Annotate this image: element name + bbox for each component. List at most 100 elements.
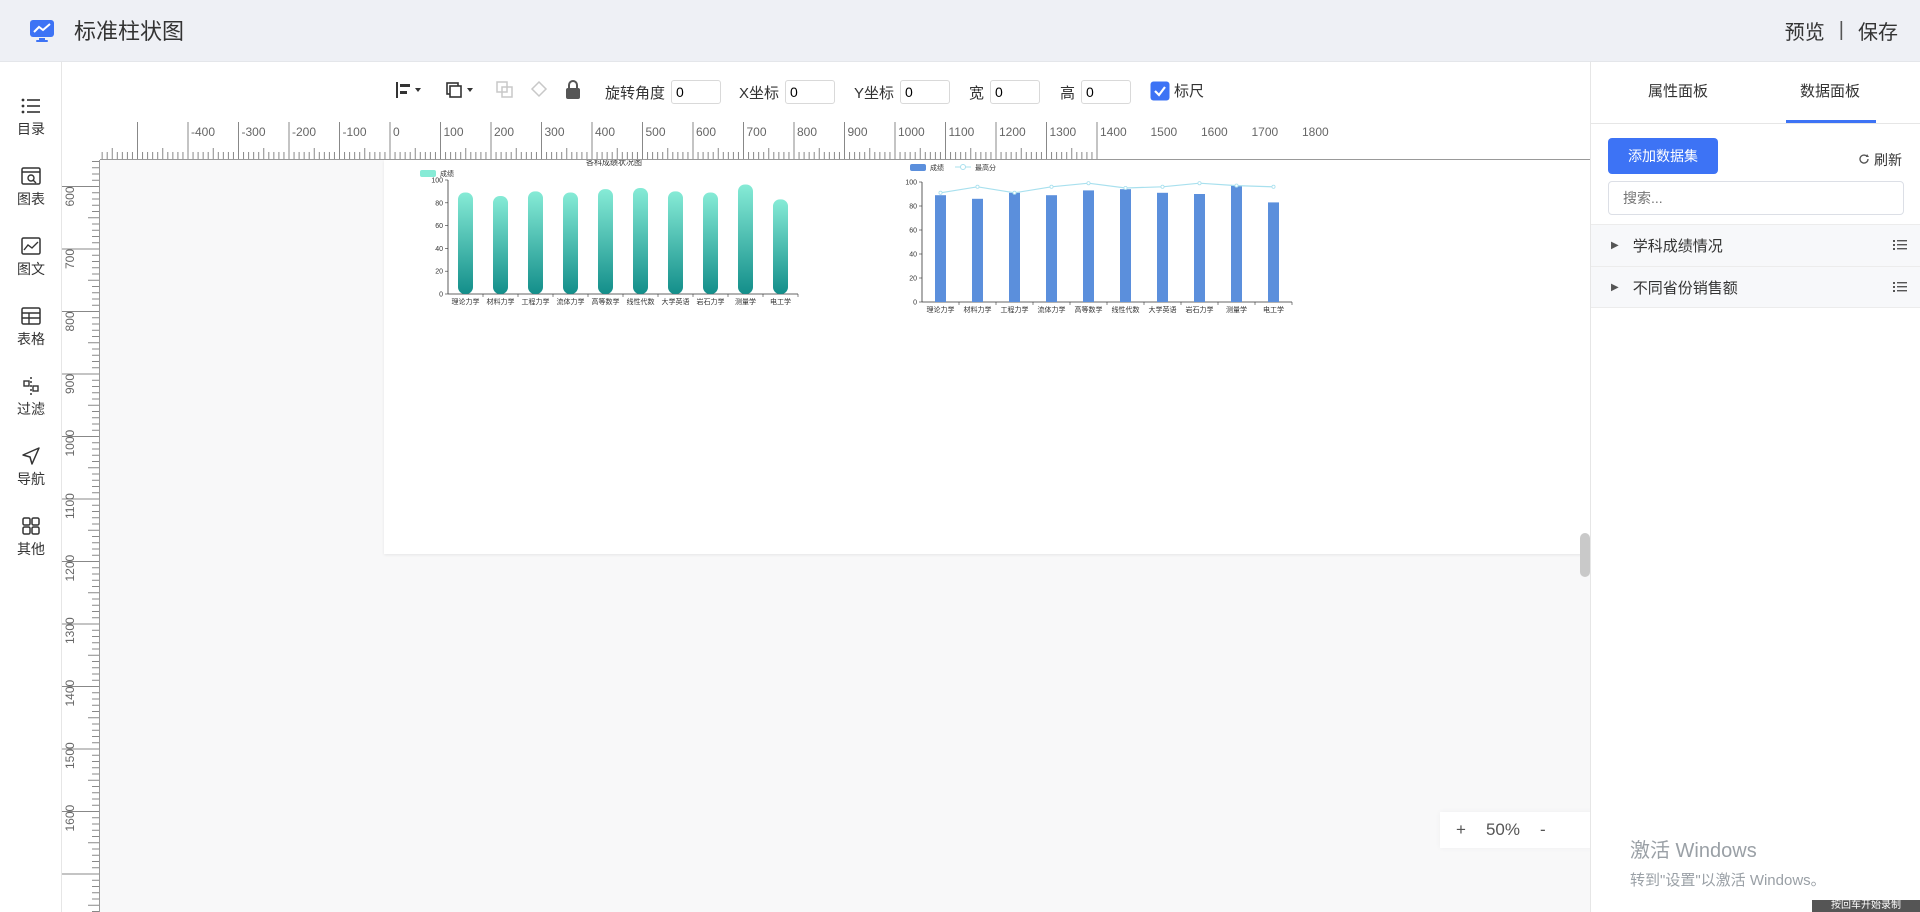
design-canvas[interactable]: 各科成绩状况图 成绩 0 20 40 60 80 100 理论力学 材料力学 工程力学 流体力学 高等数… [100,160,1590,912]
y-field-group: Y坐标 [854,80,951,104]
x-tick-label: 电工学 [1263,305,1284,314]
y-tick-label: 0 [913,300,917,307]
sidebar-item-table[interactable]: 表格 [0,297,62,361]
ruler-tick-label: 1500 [1151,125,1178,139]
dataset-menu-icon[interactable] [1893,239,1907,251]
tab-properties[interactable]: 属性面板 [1648,80,1708,101]
bar [493,195,508,294]
sidebar-item-image-text[interactable]: 图文 [0,227,62,291]
x-tick-label: 线性代数 [627,297,655,306]
x-tick-label: 工程力学 [1001,305,1029,314]
ruler-tick-label: 600 [696,125,716,139]
group-icon [496,81,513,98]
sidebar-item-catalog[interactable]: 目录 [0,87,62,151]
dataset-item[interactable]: ▶ 不同省份销售额 [1591,266,1920,308]
ruler-tick-label: -100 [343,125,367,139]
ruler-tick-label: 1600 [1201,125,1228,139]
bar [1009,192,1020,302]
bar [1157,192,1168,302]
x-tick-label: 测量学 [735,297,756,306]
width-input[interactable] [990,80,1041,104]
checkbox-checked-icon[interactable] [1150,81,1170,101]
lock-button[interactable] [564,80,582,100]
x-tick-label: 高等数学 [1075,305,1103,314]
bar-line-combo-chart[interactable]: 成绩 最高分 0 20 40 60 80 100 理论力学 材料力学 工程力学 流体力学 高等数学 线性代… [900,160,1340,360]
horizontal-ruler-scale: -400 -300 -200 -100 0 100 200 300 400 500 600 700 80… [101,122,1329,159]
y-tick-label: 60 [909,228,917,235]
right-panel: 属性面板 数据面板 添加数据集 刷新 ▶ 学科成绩情况 ▶ 不同省份销售额 [1590,62,1920,912]
y-tick-label: 20 [435,269,443,276]
dataset-item[interactable]: ▶ 学科成绩情况 [1591,224,1920,266]
add-dataset-button[interactable]: 添加数据集 [1608,138,1718,174]
bar [972,198,983,302]
line-point [1197,181,1202,186]
ruler-tick-label: 1000 [898,125,925,139]
sidebar-item-filter[interactable]: 过滤 [0,367,62,431]
preview-button[interactable]: 预览 [1785,16,1825,45]
ruler-tick-label: 1600 [63,804,77,831]
ungroup-button[interactable] [530,80,550,100]
refresh-icon [1859,154,1870,164]
y-label: Y坐标 [854,84,895,102]
bar [633,187,648,294]
expand-caret-icon[interactable]: ▶ [1611,282,1619,293]
ruler-tick-label: 800 [797,125,817,139]
gradient-bar-chart[interactable]: 各科成绩状况图成绩020406080100理论力学 材料力学 工程力学 流体力学 高等数… [412,160,852,360]
rotate-field-group: 旋转角度 [605,80,722,104]
tab-data[interactable]: 数据面板 [1800,80,1860,101]
sidebar-item-label: 过滤 [17,401,45,417]
watermark-subtitle: 转到"设置"以激活 Windows。 [1630,872,1826,889]
y-input[interactable] [900,80,951,104]
ruler-tick-label: -400 [191,125,215,139]
ruler-tick-label: 400 [595,125,615,139]
y-tick-label: 0 [439,292,443,299]
line-point [1123,185,1128,190]
align-left-icon [396,82,421,98]
zoom-out-button[interactable]: - [1540,820,1546,840]
app-header: 标准柱状图 预览 | 保存 [0,0,1920,62]
dataset-menu-icon[interactable] [1893,281,1907,293]
legend-swatch [420,170,436,177]
bar [1194,194,1205,302]
bar [563,192,578,294]
dataset-search-input[interactable] [1608,181,1904,215]
bar [1268,202,1279,302]
rotate-input[interactable] [671,80,722,104]
y-tick-label: 80 [435,200,443,207]
header-actions: 预览 | 保存 [1785,16,1898,45]
ruler-tick-label: 1200 [63,554,77,581]
x-field-group: X坐标 [739,80,836,104]
sidebar-item-label: 其他 [17,541,45,557]
x-input[interactable] [785,80,836,104]
x-tick-label: 高等数学 [592,297,620,306]
ruler-toggle[interactable]: 标尺 [1150,80,1204,101]
sidebar-item-label: 表格 [17,331,45,347]
report-page[interactable]: 各科成绩状况图 成绩 0 20 40 60 80 100 理论力学 材料力学 工程力学 流体力学 高等数… [384,160,1590,554]
zoom-in-button[interactable]: + [1456,820,1466,840]
bar [458,192,473,294]
refresh-button[interactable]: 刷新 [1858,150,1902,170]
sidebar-item-chart[interactable]: 图表 [0,157,62,221]
bar [738,184,753,294]
refresh-label: 刷新 [1874,152,1902,168]
ruler-tick-label: 1300 [1050,125,1077,139]
legend-marker-icon [960,164,966,170]
ruler-tick-label: 100 [444,125,464,139]
height-input[interactable] [1081,80,1132,104]
expand-caret-icon[interactable]: ▶ [1611,240,1619,251]
bar [1231,185,1242,302]
group-button[interactable] [495,80,515,100]
vertical-ruler: 5006007008009001000110012001300140015001… [62,160,100,912]
x-tick-label: 岩石力学 [697,297,725,306]
bar [1083,190,1094,302]
save-button[interactable]: 保存 [1858,16,1898,45]
ruler-tick-label: 700 [63,249,77,269]
layer-dropdown[interactable] [445,80,475,100]
navigation-icon [22,447,40,465]
sidebar-item-other[interactable]: 其他 [0,507,62,571]
canvas-scrollbar[interactable] [1580,533,1590,577]
ruler-tick-label: 0 [393,125,400,139]
legend-label: 成绩 [930,163,944,172]
align-dropdown[interactable] [395,80,423,100]
sidebar-item-navigation[interactable]: 导航 [0,437,62,501]
